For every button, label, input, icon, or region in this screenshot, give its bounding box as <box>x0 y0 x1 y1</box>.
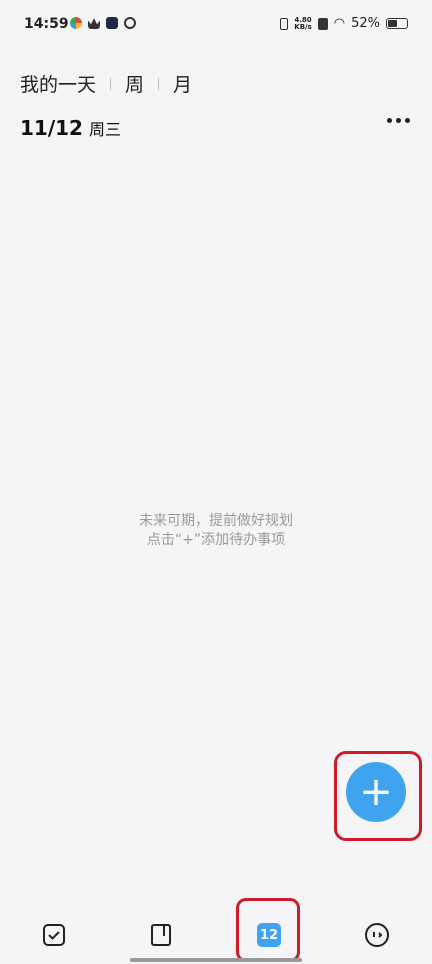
home-indicator[interactable] <box>130 958 302 962</box>
nav-profile-button[interactable] <box>364 922 390 948</box>
battery-icon <box>386 18 408 29</box>
app-notification-icon <box>70 17 82 29</box>
vibrate-icon <box>280 17 289 30</box>
status-right: 4.80 KB/s ◠ 52% <box>280 16 408 31</box>
empty-state-line2: 点击“+”添加待办事项 <box>146 532 286 548</box>
date-header: 11/12 周三 <box>20 116 121 140</box>
bottom-nav: 12 <box>0 900 432 964</box>
current-date: 11/12 <box>20 116 83 140</box>
status-bar: 14:59 4.80 KB/s ◠ 52% <box>0 0 432 52</box>
face-icon <box>365 923 389 947</box>
notebook-icon <box>151 924 171 946</box>
tab-divider <box>158 77 160 90</box>
tab-week[interactable]: 周 <box>125 70 144 97</box>
screen: 14:59 4.80 KB/s ◠ 52% 我的一天 周 月 11/12 周三 <box>0 0 432 964</box>
view-tabs: 我的一天 周 月 <box>20 70 192 97</box>
battery-percent: 52% <box>351 16 380 31</box>
add-task-button[interactable]: + <box>346 762 406 822</box>
nav-notes-button[interactable] <box>148 922 174 948</box>
empty-state-line1: 未来可期，提前做好规划 <box>139 513 293 529</box>
nav-todo-button[interactable] <box>41 922 67 948</box>
empty-state: 未来可期，提前做好规划 点击“+”添加待办事项 <box>0 512 432 550</box>
tab-divider <box>110 77 112 90</box>
play-icon <box>106 17 118 29</box>
network-speed: 4.80 KB/s <box>294 15 312 31</box>
checkbox-icon <box>43 924 65 946</box>
crown-icon <box>88 18 100 29</box>
sim-icon <box>317 17 328 30</box>
tab-my-day[interactable]: 我的一天 <box>20 70 96 97</box>
link-icon <box>124 17 136 29</box>
wifi-icon: ◠ <box>333 16 346 31</box>
tab-month[interactable]: 月 <box>173 70 192 97</box>
current-weekday: 周三 <box>88 120 121 139</box>
notification-icons <box>70 17 136 29</box>
more-options-icon[interactable] <box>387 118 410 123</box>
plus-icon: + <box>359 769 393 815</box>
calendar-highlight-box <box>236 898 300 962</box>
status-time: 14:59 <box>24 16 69 32</box>
